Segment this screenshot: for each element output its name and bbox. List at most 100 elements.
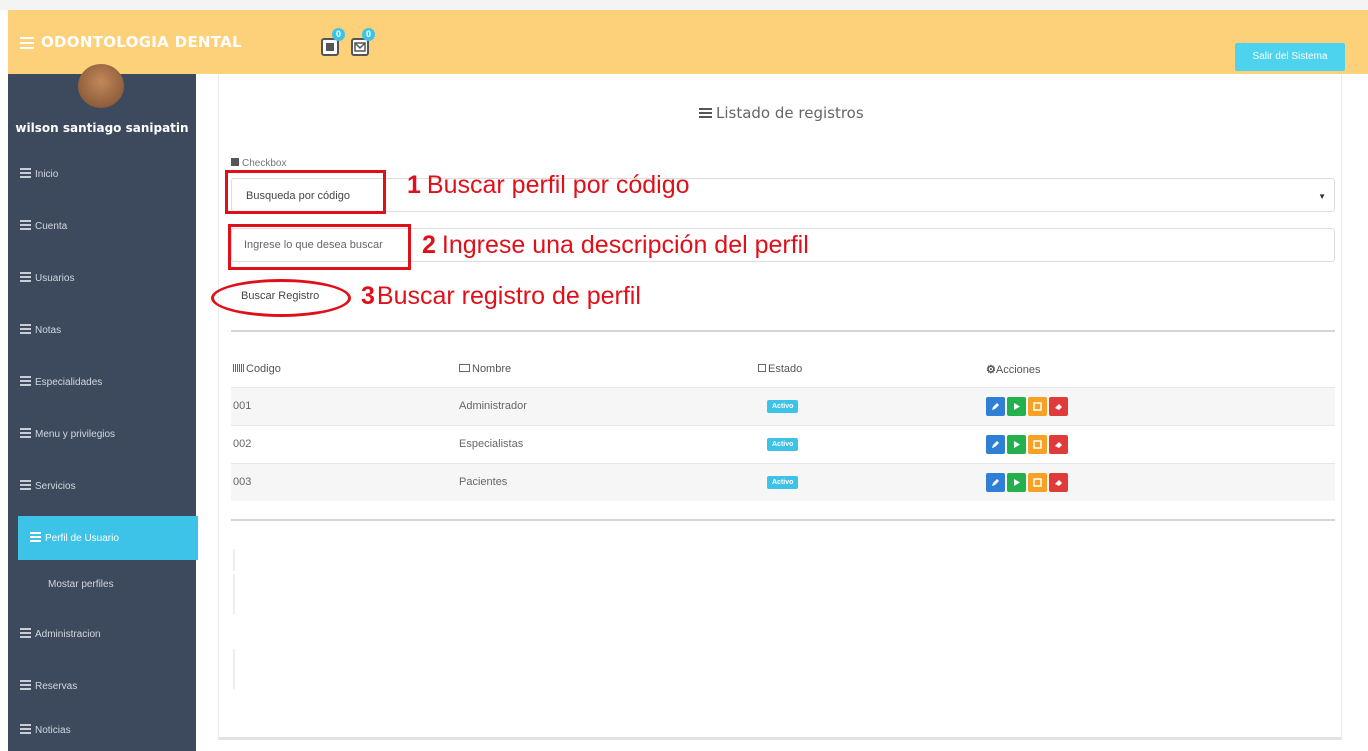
sidebar-item-label: Notas <box>35 324 62 336</box>
avatar <box>78 64 124 108</box>
hamburger-menu-icon[interactable] <box>20 37 34 49</box>
sidebar-item-notas[interactable]: Notas <box>8 310 196 350</box>
header-codigo: Codigo <box>233 363 281 375</box>
stop-icon[interactable] <box>1028 435 1047 454</box>
list-icon <box>699 108 712 119</box>
check-square-icon <box>758 364 766 372</box>
row-actions <box>986 435 1068 454</box>
menu-lines-icon <box>20 272 31 284</box>
table-row: 002 Especialistas Activo <box>231 425 1335 463</box>
sidebar-item-menu-privilegios[interactable]: Menu y privilegios <box>8 414 196 454</box>
sidebar-item-label: Servicios <box>35 480 76 492</box>
sidebar: wilson santiago sanipatin Inicio Cuenta … <box>8 64 198 751</box>
cell-nombre: Administrador <box>459 400 527 412</box>
stop-icon[interactable] <box>1028 473 1047 492</box>
sidebar-item-label: Usuarios <box>35 272 75 284</box>
notification-badge: 0 <box>332 28 345 41</box>
edit-icon[interactable] <box>986 435 1005 454</box>
list-title: Listado de registros <box>699 104 864 122</box>
checkbox-icon[interactable] <box>231 158 239 166</box>
divider <box>231 330 1335 332</box>
sidebar-item-label: Noticias <box>35 724 71 736</box>
browser-top-strip <box>0 0 1368 10</box>
checkbox[interactable]: Checkbox <box>231 158 286 169</box>
edit-icon[interactable] <box>986 473 1005 492</box>
menu-lines-icon <box>20 724 31 736</box>
logout-button[interactable]: Salir del Sistema <box>1235 43 1345 71</box>
top-header: ODONTOLOGIA DENTAL 0 0 Salir del Sistema <box>8 10 1368 74</box>
menu-lines-icon <box>20 680 31 692</box>
checkbox-label: Checkbox <box>242 158 287 169</box>
header-acciones: ⚙Acciones <box>986 364 1041 376</box>
cell-codigo: 002 <box>233 438 252 450</box>
cell-codigo: 003 <box>233 476 252 488</box>
annotation-box-2 <box>228 224 411 270</box>
sidebar-item-administracion[interactable]: Administracion <box>8 614 196 654</box>
row-actions <box>986 473 1068 492</box>
erase-icon[interactable] <box>1049 473 1068 492</box>
card-icon <box>459 364 470 372</box>
divider <box>231 519 1335 521</box>
sidebar-item-perfil-usuario[interactable]: Perfil de Usuario <box>18 516 198 560</box>
message-badge: 0 <box>362 28 375 41</box>
menu-lines-icon <box>20 220 31 232</box>
sidebar-item-label: Administracion <box>35 628 101 640</box>
chevron-down-icon: ▼ <box>1318 192 1326 201</box>
mail-icon[interactable]: 0 <box>351 28 375 56</box>
document-icon[interactable]: 0 <box>321 28 345 56</box>
menu-lines-icon <box>20 428 31 440</box>
play-icon[interactable] <box>1007 397 1026 416</box>
scroll-fragment <box>233 649 235 689</box>
menu-lines-icon <box>20 168 31 180</box>
menu-lines-icon <box>20 376 31 388</box>
main-content: Listado de registros Checkbox Busqueda p… <box>211 74 1342 740</box>
sidebar-item-label: Especialidades <box>35 376 103 388</box>
sidebar-item-label: Reservas <box>35 680 78 692</box>
sidebar-item-cuenta[interactable]: Cuenta <box>8 206 196 246</box>
search-type-select[interactable]: Busqueda por código ▼ <box>231 178 1335 212</box>
sidebar-item-usuarios[interactable]: Usuarios <box>8 258 196 298</box>
row-actions <box>986 397 1068 416</box>
play-icon[interactable] <box>1007 473 1026 492</box>
header-nombre: Nombre <box>459 363 511 375</box>
cell-nombre: Pacientes <box>459 476 508 488</box>
sidebar-item-label: Cuenta <box>35 220 68 232</box>
sidebar-item-servicios[interactable]: Servicios <box>8 466 196 506</box>
page: ODONTOLOGIA DENTAL 0 0 Salir del Sistema… <box>0 0 1368 751</box>
menu-lines-icon <box>20 480 31 492</box>
sidebar-item-especialidades[interactable]: Especialidades <box>8 362 196 402</box>
annotation-3: 3Buscar registro de perfil <box>361 282 641 310</box>
annotation-ellipse-3 <box>211 279 351 317</box>
scroll-fragment <box>233 549 235 571</box>
erase-icon[interactable] <box>1049 435 1068 454</box>
erase-icon[interactable] <box>1049 397 1068 416</box>
table-row: 001 Administrador Activo <box>231 387 1335 425</box>
annotation-box-1 <box>225 170 386 214</box>
menu-lines-icon <box>30 532 41 544</box>
sidebar-item-reservas[interactable]: Reservas <box>8 666 196 706</box>
scroll-fragment <box>233 574 235 614</box>
annotation-1: 1 Buscar perfil por código <box>407 171 690 199</box>
sidebar-item-label: Menu y privilegios <box>35 428 116 440</box>
annotation-2: 2 Ingrese una descripción del perfil <box>422 231 809 259</box>
user-name: wilson santiago sanipatin <box>15 121 189 135</box>
edit-icon[interactable] <box>986 397 1005 416</box>
brand-title: ODONTOLOGIA DENTAL <box>41 33 242 51</box>
sidebar-item-label: Perfil de Usuario <box>45 532 119 544</box>
gear-icon: ⚙ <box>986 364 996 376</box>
status-badge: Activo <box>767 476 799 489</box>
header-estado: Estado <box>758 363 802 375</box>
sidebar-item-inicio[interactable]: Inicio <box>8 154 196 194</box>
barcode-icon <box>233 364 244 372</box>
status-badge: Activo <box>767 438 799 451</box>
menu-lines-icon <box>20 324 31 336</box>
menu-lines-icon <box>20 628 31 640</box>
status-badge: Activo <box>767 400 799 413</box>
play-icon[interactable] <box>1007 435 1026 454</box>
table-row: 003 Pacientes Activo <box>231 463 1335 501</box>
sidebar-item-noticias[interactable]: Noticias <box>8 710 196 750</box>
sidebar-subitem-mostrar-perfiles[interactable]: Mostar perfiles <box>48 579 114 590</box>
sidebar-item-label: Inicio <box>35 168 59 180</box>
stop-icon[interactable] <box>1028 397 1047 416</box>
cell-nombre: Especialistas <box>459 438 524 450</box>
